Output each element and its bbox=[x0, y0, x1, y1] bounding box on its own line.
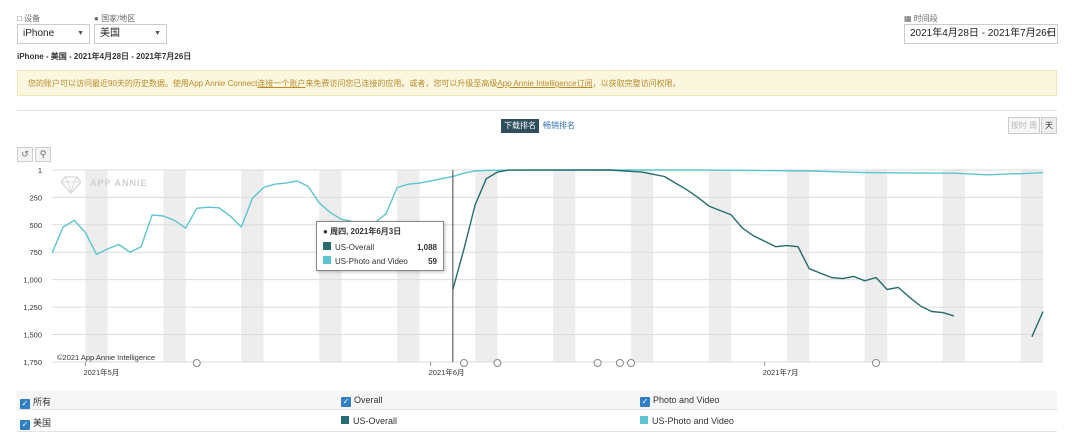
weekend-band bbox=[163, 170, 186, 362]
series-swatch-overall bbox=[341, 416, 349, 424]
weekend-band bbox=[786, 170, 810, 362]
globe-icon: ● bbox=[323, 227, 328, 236]
series-swatch-photo bbox=[640, 416, 648, 424]
legend-series-overall-label: US-Overall bbox=[353, 416, 398, 426]
tooltip-title-text: 周四, 2021年6月3日 bbox=[330, 227, 402, 236]
y-tick-label: 1 bbox=[38, 166, 42, 175]
rank-chart: 1 250 500 750 1,000 1,250 1,500 1,750 2021年5月 20… bbox=[23, 166, 1044, 377]
checkbox-checked-icon: ✓ bbox=[640, 397, 650, 407]
weekend-band bbox=[631, 170, 654, 362]
y-tick-label: 1,500 bbox=[23, 331, 42, 340]
app-annie-logo-icon bbox=[60, 176, 82, 195]
annotation-marker-icon bbox=[192, 359, 201, 367]
legend-overall-checkbox[interactable]: ✓ Overall bbox=[341, 395, 383, 407]
y-tick-label: 250 bbox=[29, 193, 42, 202]
series-line bbox=[51, 169, 1044, 256]
legend-country-checkbox[interactable]: ✓ 美国 bbox=[20, 416, 51, 430]
y-tick-label: 1,750 bbox=[23, 358, 42, 367]
legend-all-checkbox[interactable]: ✓ 所有 bbox=[20, 395, 51, 409]
legend-series-row bbox=[17, 410, 1057, 432]
x-tick-label: 2021年5月 bbox=[83, 367, 119, 377]
copyright: ©2021 App Annie Intelligence bbox=[57, 353, 155, 362]
weekend-band bbox=[942, 170, 966, 362]
weekend-band bbox=[864, 170, 888, 362]
annotation-marker-icon bbox=[871, 359, 880, 367]
checkbox-checked-icon: ✓ bbox=[20, 420, 30, 430]
tooltip-row-name: US-Overall bbox=[335, 243, 375, 252]
legend-series-overall[interactable]: US-Overall bbox=[341, 416, 397, 426]
weekend-band bbox=[708, 170, 732, 362]
checkbox-checked-icon: ✓ bbox=[20, 399, 30, 409]
tooltip-row-value: 59 bbox=[428, 257, 437, 266]
tooltip-row: US-Photo and Video 59 bbox=[323, 255, 437, 269]
chart-tooltip: ● 周四, 2021年6月3日 US-Overall 1,088 US-Phot… bbox=[316, 221, 444, 271]
tooltip-row: US-Overall 1,088 bbox=[323, 241, 437, 255]
legend-overall-label: Overall bbox=[354, 395, 383, 405]
weekend-band bbox=[553, 170, 576, 362]
checkbox-checked-icon: ✓ bbox=[341, 397, 351, 407]
legend-all-label: 所有 bbox=[33, 397, 52, 407]
legend-photo-label: Photo and Video bbox=[653, 395, 720, 405]
legend-photo-checkbox[interactable]: ✓ Photo and Video bbox=[640, 395, 719, 407]
legend-series-photo[interactable]: US-Photo and Video bbox=[640, 416, 734, 426]
annotation-marker-icon bbox=[615, 359, 624, 367]
legend-series-photo-label: US-Photo and Video bbox=[652, 416, 734, 426]
y-tick-label: 500 bbox=[29, 221, 42, 230]
weekend-band bbox=[1020, 170, 1043, 362]
series-swatch-overall bbox=[323, 242, 331, 250]
legend-country-label: 美国 bbox=[33, 418, 52, 428]
x-tick-label: 2021年7月 bbox=[763, 367, 799, 377]
tooltip-title: ● 周四, 2021年6月3日 bbox=[323, 226, 437, 237]
series-swatch-photo bbox=[323, 256, 331, 264]
annotation-marker-icon bbox=[593, 359, 602, 367]
legend-header-row bbox=[17, 390, 1057, 410]
weekend-band bbox=[85, 170, 108, 362]
annotation-marker-icon bbox=[459, 359, 468, 367]
y-tick-label: 1,250 bbox=[23, 303, 42, 312]
annotation-marker-icon bbox=[627, 359, 636, 367]
y-tick-label: 1,000 bbox=[23, 276, 42, 285]
x-tick-label: 2021年6月 bbox=[429, 367, 465, 377]
y-tick-label: 750 bbox=[29, 248, 42, 257]
annotation-marker-icon bbox=[493, 359, 502, 367]
watermark: APP ANNIE bbox=[90, 178, 148, 188]
tooltip-row-value: 1,088 bbox=[416, 243, 437, 252]
tooltip-row-name: US-Photo and Video bbox=[335, 257, 408, 266]
